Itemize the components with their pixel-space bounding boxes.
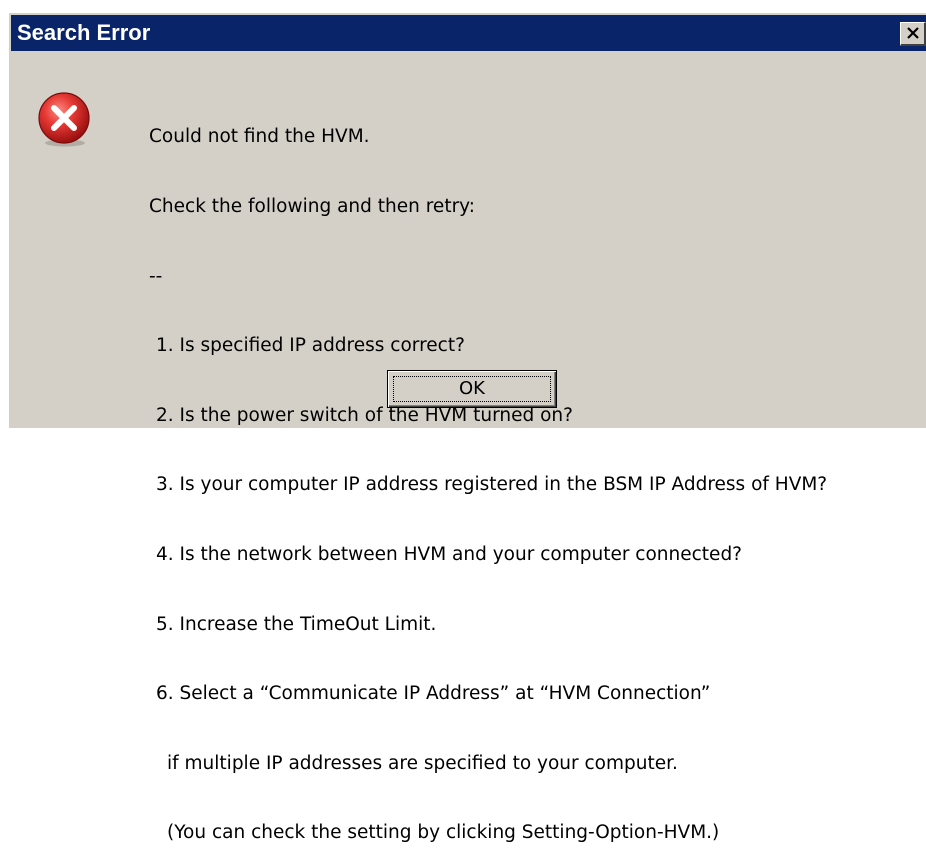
checklist-item-4: 4. Is the network between HVM and your c… (156, 543, 743, 565)
error-icon (38, 92, 90, 147)
error-message: Could not find the HVM. Check the follow… (149, 79, 827, 856)
close-button[interactable] (900, 22, 926, 46)
search-error-dialog: Search Error Could not find the HVM. Che… (8, 12, 926, 843)
checklist-item-6: 6. Select a “Communicate IP Address” at … (156, 683, 711, 705)
checklist-item-6-continued: if multiple IP addresses are specified t… (167, 752, 678, 774)
close-icon (907, 27, 919, 39)
window-title: Search Error (17, 20, 151, 45)
checklist-item-1: 1. Is specified IP address correct? (156, 335, 465, 357)
checklist-item-6-note: (You can check the setting by clicking S… (167, 822, 720, 844)
ok-button[interactable]: OK (387, 370, 557, 408)
ok-button-label: OK (459, 378, 485, 399)
checklist-item-5: 5. Increase the TimeOut Limit. (156, 613, 437, 635)
message-separator: -- (149, 265, 163, 287)
message-line-1: Could not find the HVM. (149, 126, 370, 148)
message-line-2: Check the following and then retry: (149, 196, 476, 217)
title-bar[interactable]: Search Error (11, 15, 926, 51)
checklist-item-3: 3. Is your computer IP address registere… (156, 474, 828, 496)
